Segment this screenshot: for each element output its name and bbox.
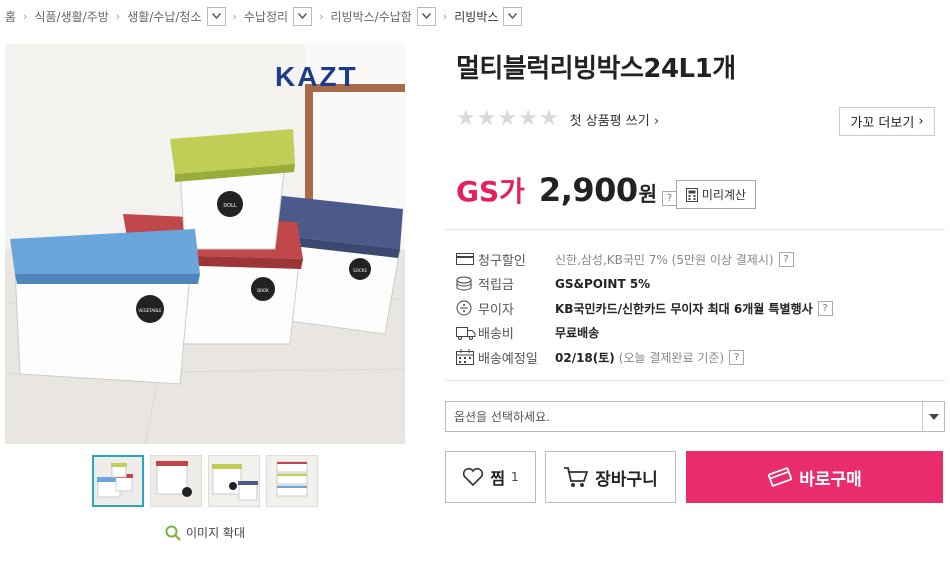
breadcrumb-label: 수납정리 bbox=[243, 9, 289, 24]
product-main-image[interactable]: KAZT SOCKS BOOK DOLL VEGETABLE bbox=[5, 44, 405, 444]
info-row-installment: 무이자 KB국민카드/신한카드 무이자 최대 6개월 특별행사 ? bbox=[456, 296, 833, 321]
thumbnail-list bbox=[92, 455, 318, 507]
star-icon: ★ bbox=[476, 106, 497, 131]
thumbnail-3[interactable] bbox=[208, 455, 260, 507]
box-label: DOLL bbox=[223, 203, 237, 209]
info-label: 배송예정일 bbox=[478, 351, 538, 367]
info-sub: (오늘 결제완료 기준) bbox=[618, 350, 725, 365]
divider bbox=[445, 380, 945, 381]
breadcrumb-label: 리빙박스 bbox=[454, 9, 499, 24]
chevron-down-icon bbox=[922, 402, 944, 431]
image-zoom-button[interactable]: 이미지 확대 bbox=[165, 524, 245, 541]
write-review-link[interactable]: 첫 상품평 쓰기 › bbox=[570, 110, 659, 129]
buy-now-button[interactable]: 바로구매 bbox=[686, 451, 943, 503]
calendar-icon bbox=[456, 348, 478, 366]
breadcrumb-item-living[interactable]: 생활/수납/청소 bbox=[127, 6, 226, 26]
info-row-billing-discount: 청구할인 신한,삼성,KB국민 7% (5만원 이상 결제시) ? bbox=[456, 247, 833, 272]
coins-icon bbox=[456, 275, 478, 293]
info-row-points: 적립금 GS&POINT 5% bbox=[456, 272, 833, 297]
write-review-label: 첫 상품평 쓰기 bbox=[569, 113, 650, 129]
price-row: GS가 2,900 원 ? bbox=[456, 170, 678, 210]
star-icon: ★ bbox=[518, 106, 538, 131]
product-title: 멀티블럭리빙박스24L1개 bbox=[456, 54, 736, 84]
info-value: KB국민카드/신한카드 무이자 최대 6개월 특별행사 bbox=[555, 301, 813, 316]
info-label: 적립금 bbox=[478, 278, 514, 294]
info-sub: 신한,삼성,KB국민 7% (5만원 이상 결제시) bbox=[555, 252, 774, 267]
box-label: BOOK bbox=[257, 288, 269, 293]
info-value: 02/18(토) bbox=[555, 350, 615, 365]
breadcrumb: 홈 › 식품/생활/주방 › 생활/수납/청소 › 수납정리 › 리빙박스/수납… bbox=[5, 4, 523, 28]
wish-count: 1 bbox=[511, 470, 519, 484]
star-icon: ★ bbox=[456, 106, 476, 131]
calculator-icon bbox=[685, 187, 698, 202]
chevron-right-icon: › bbox=[649, 113, 660, 129]
option-select[interactable]: 옵션을 선택하세요. bbox=[445, 401, 945, 432]
breadcrumb-item-livingbox-storage[interactable]: 리빙박스/수납함 bbox=[330, 6, 436, 26]
cart-icon bbox=[564, 467, 589, 487]
help-icon[interactable]: ? bbox=[817, 300, 833, 316]
cart-label: 장바구니 bbox=[595, 469, 658, 490]
image-zoom-label: 이미지 확대 bbox=[186, 526, 246, 540]
price-prefix: GS가 bbox=[456, 175, 525, 208]
buy-now-label: 바로구매 bbox=[799, 469, 862, 490]
help-icon[interactable]: ? bbox=[729, 349, 745, 365]
breadcrumb-label: 생활/수납/청소 bbox=[127, 9, 202, 24]
info-label: 배송비 bbox=[478, 327, 514, 343]
thumbnail-2[interactable] bbox=[150, 455, 202, 507]
more-products-label: 가꼬 더보기 bbox=[850, 116, 915, 131]
rating: ★ ★ ★ ★ ★ 첫 상품평 쓰기 › bbox=[456, 108, 659, 130]
chevron-down-icon[interactable] bbox=[206, 6, 226, 26]
star-icon: ★ bbox=[497, 106, 518, 131]
breadcrumb-separator: › bbox=[232, 9, 237, 23]
breadcrumb-separator: › bbox=[442, 9, 448, 23]
breadcrumb-separator: › bbox=[319, 9, 324, 23]
magnifier-icon bbox=[165, 525, 181, 541]
box-blue: VEGETABLE bbox=[10, 229, 200, 385]
card-pay-icon bbox=[768, 467, 793, 487]
cart-button[interactable]: 장바구니 bbox=[545, 451, 676, 503]
breadcrumb-home[interactable]: 홈 bbox=[5, 8, 16, 25]
breadcrumb-item-storage[interactable]: 수납정리 bbox=[243, 6, 313, 26]
help-icon[interactable]: ? bbox=[662, 191, 678, 206]
option-placeholder: 옵션을 선택하세요. bbox=[454, 410, 550, 424]
breadcrumb-item-food[interactable]: 식품/생활/주방 bbox=[34, 8, 108, 25]
info-value: GS&POINT 5% bbox=[555, 276, 651, 291]
brand-logo: KAZT bbox=[275, 61, 358, 92]
star-icon: ★ bbox=[538, 106, 559, 131]
card-icon bbox=[456, 250, 478, 268]
wish-label: 찜 bbox=[490, 469, 506, 488]
chevron-down-icon[interactable] bbox=[416, 6, 436, 26]
heart-icon bbox=[463, 467, 484, 487]
thumbnail-1[interactable] bbox=[92, 455, 144, 507]
box-label: SOCKS bbox=[353, 268, 367, 273]
benefit-info: 청구할인 신한,삼성,KB국민 7% (5만원 이상 결제시) ? 적립금 GS… bbox=[456, 247, 833, 370]
chevron-down-icon[interactable] bbox=[293, 6, 313, 26]
info-value: 무료배송 bbox=[555, 326, 600, 341]
box-label: VEGETABLE bbox=[138, 308, 162, 313]
info-label: 청구할인 bbox=[478, 253, 526, 269]
breadcrumb-separator: › bbox=[23, 9, 28, 23]
divider bbox=[445, 229, 945, 230]
info-row-delivery-date: 배송예정일 02/18(토) (오늘 결제완료 기준) ? bbox=[456, 345, 833, 370]
price-amount: 2,900 bbox=[538, 171, 638, 209]
breadcrumb-item-livingbox[interactable]: 리빙박스 bbox=[454, 6, 523, 26]
breadcrumb-label: 리빙박스/수납함 bbox=[330, 9, 412, 24]
thumbnail-4[interactable] bbox=[266, 455, 318, 507]
breadcrumb-separator: › bbox=[115, 9, 121, 23]
price-unit: 원 bbox=[638, 182, 658, 206]
info-label: 무이자 bbox=[478, 302, 514, 318]
more-products-button[interactable]: 가꼬 더보기 › bbox=[839, 107, 935, 136]
info-row-shipping: 배송비 무료배송 bbox=[456, 321, 833, 346]
chevron-down-icon[interactable] bbox=[503, 6, 523, 26]
installment-icon bbox=[456, 299, 478, 317]
chevron-right-icon: › bbox=[914, 114, 924, 129]
calculate-button[interactable]: 미리계산 bbox=[676, 180, 756, 209]
calculate-label: 미리계산 bbox=[701, 188, 747, 202]
wish-button[interactable]: 찜 1 bbox=[445, 451, 536, 503]
help-icon[interactable]: ? bbox=[778, 251, 794, 267]
truck-icon bbox=[456, 324, 478, 342]
